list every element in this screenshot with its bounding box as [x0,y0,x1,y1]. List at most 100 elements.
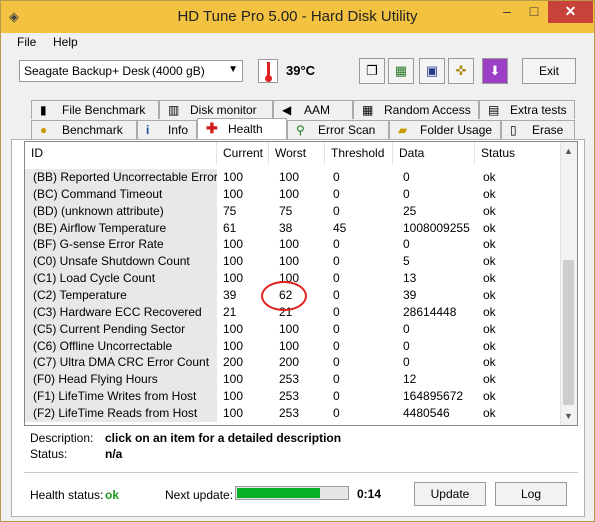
vertical-scrollbar[interactable]: ▲ ▼ [560,142,577,425]
cell-data: 39 [403,287,417,302]
cell-status: ok [483,237,496,252]
description-label: Description: [30,431,94,445]
scroll-down-icon[interactable]: ▼ [564,411,573,421]
table-row[interactable]: (BD) (unknown attribute) 75 75 0 25 ok [25,202,562,220]
info-icon: i [146,123,150,137]
minimize-button[interactable]: – [494,1,520,23]
cell-current: 100 [223,405,244,420]
status-row: Status: n/a [30,447,122,461]
cell-data: 13 [403,271,417,286]
health-status-label: Health status: [30,488,104,502]
cell-data: 0 [403,355,410,370]
cell-data: 5 [403,254,410,269]
cell-id: (C6) Offline Uncorrectable [25,337,217,355]
health-status-value: ok [105,488,120,502]
tab-disk-monitor[interactable]: ▥ Disk monitor [159,100,273,119]
header-worst[interactable]: Worst [269,142,325,164]
cell-threshold: 0 [333,186,340,201]
tab-file-benchmark[interactable]: ▮ File Benchmark [31,100,159,119]
cell-status: ok [483,405,496,420]
cell-worst: 100 [279,254,300,269]
description-row: Description: click on an item for a deta… [30,431,341,445]
table-row[interactable]: (F2) LifeTime Reads from Host 100 253 0 4480… [25,404,562,422]
drive-select[interactable]: Seagate Backup+ Desk (4000 gB) ▼ [19,60,243,82]
cell-current: 100 [223,237,244,252]
cell-current: 100 [223,271,244,286]
header-id[interactable]: ID [25,142,217,164]
cell-status: ok [483,170,496,184]
table-row[interactable]: (BB) Reported Uncorrectable Errors 100 100… [25,169,562,186]
cell-id: (C1) Load Cycle Count [25,270,217,288]
cell-data: 0 [403,186,410,201]
cell-threshold: 0 [333,355,340,370]
copy-icon: ❐ [366,63,378,78]
divider [24,472,578,473]
table-row[interactable]: (F1) LifeTime Writes from Host 100 253 0 164… [25,388,562,406]
exit-button[interactable]: Exit [522,58,576,84]
table-row[interactable]: (C5) Current Pending Sector 100 100 0 0 ok [25,320,562,338]
table-row[interactable]: (BE) Airflow Temperature 61 38 45 1008009255… [25,219,562,237]
download-button[interactable]: ⬇ [482,58,508,84]
highlight-circle [261,281,307,311]
header-threshold[interactable]: Threshold [325,142,393,164]
file-benchmark-icon: ▮ [40,103,47,117]
tab-benchmark[interactable]: ● Benchmark [31,120,137,139]
table-row[interactable]: (F0) Head Flying Hours 100 253 0 12 ok [25,371,562,389]
random-access-icon: ▦ [362,103,374,117]
table-row[interactable]: (C7) Ultra DMA CRC Error Count 200 200 0 0 ok [25,354,562,372]
options-button[interactable]: ✜ [448,58,474,84]
cell-worst: 253 [279,405,300,420]
header-data[interactable]: Data [393,142,475,164]
header-current[interactable]: Current [217,142,269,164]
cell-status: ok [483,372,496,387]
tab-erase[interactable]: ▯ Erase [501,120,575,139]
cell-status: ok [483,186,496,201]
copy-info-button[interactable]: ❐ [359,58,385,84]
cell-id: (C5) Current Pending Sector [25,320,217,338]
update-button[interactable]: Update [414,482,486,506]
cell-current: 100 [223,254,244,269]
tab-aam[interactable]: ◀ AAM [273,100,353,119]
tab-info[interactable]: i Info [137,120,197,139]
cell-id: (BC) Command Timeout [25,185,217,203]
extra-tests-icon: ▤ [488,103,500,117]
table-row[interactable]: (BF) G-sense Error Rate 100 100 0 0 ok [25,236,562,254]
header-status[interactable]: Status [475,142,562,164]
cell-status: ok [483,338,496,353]
cell-status: ok [483,220,496,235]
log-button[interactable]: Log [495,482,567,506]
application-window: ◈ HD Tune Pro 5.00 - Hard Disk Utility –… [0,0,595,522]
magnifier-icon: ⚲ [296,123,305,137]
save-button[interactable]: ▣ [419,58,445,84]
cell-id: (C3) Hardware ECC Recovered [25,303,217,321]
cell-threshold: 0 [333,271,340,286]
maximize-button[interactable]: □ [521,1,547,23]
cell-status: ok [483,287,496,302]
close-button[interactable]: ✕ [548,1,593,23]
cell-data: 0 [403,321,410,336]
cell-current: 100 [223,170,244,184]
update-timer: 0:14 [357,487,382,501]
copy-screenshot-button[interactable]: ▦ [388,58,414,84]
table-row[interactable]: (C0) Unsafe Shutdown Count 100 100 0 5 ok [25,253,562,271]
tab-random-access[interactable]: ▦ Random Access [353,100,479,119]
cell-threshold: 0 [333,405,340,420]
clipboard-icon: ▦ [394,63,408,78]
thermometer-icon [258,59,278,83]
scroll-up-icon[interactable]: ▲ [564,146,573,156]
cell-worst: 253 [279,389,300,404]
folder-icon: ▰ [398,123,408,137]
table-row[interactable]: (C6) Offline Uncorrectable 100 100 0 0 ok [25,337,562,355]
description-value: click on an item for a detailed descript… [105,431,342,445]
menu-file[interactable]: File [17,35,36,49]
tab-extra-tests[interactable]: ▤ Extra tests [479,100,575,119]
menu-help[interactable]: Help [53,35,78,49]
menu-bar: File Help [1,33,594,53]
tab-folder-usage[interactable]: ▰ Folder Usage [389,120,501,139]
tab-health[interactable]: ✚ Health [197,118,287,139]
cell-data: 12 [403,372,417,387]
title-bar[interactable]: ◈ HD Tune Pro 5.00 - Hard Disk Utility –… [1,1,594,33]
table-row[interactable]: (BC) Command Timeout 100 100 0 0 ok [25,185,562,203]
tab-error-scan[interactable]: ⚲ Error Scan [287,120,389,139]
scroll-thumb[interactable] [563,260,574,405]
